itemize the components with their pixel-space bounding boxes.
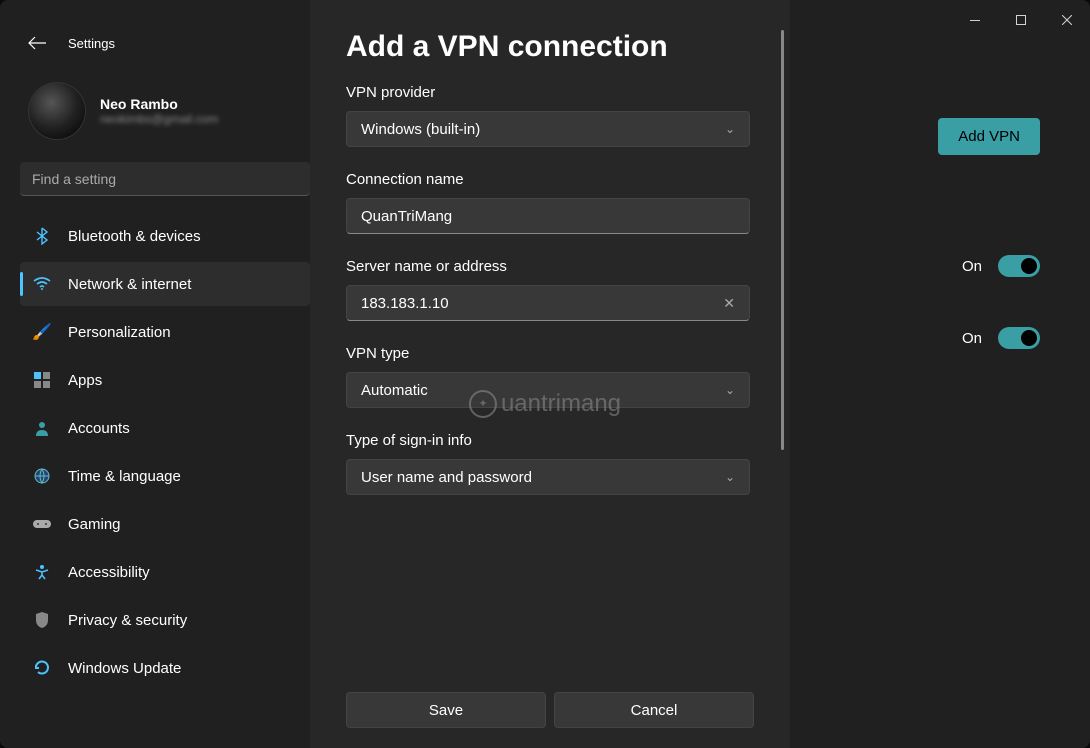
server-label: Server name or address: [346, 258, 750, 275]
save-button[interactable]: Save: [346, 692, 546, 728]
connection-name-input[interactable]: QuanTriMang: [346, 198, 750, 234]
nav-accounts[interactable]: Accounts: [20, 406, 310, 450]
nav-label: Time & language: [68, 468, 181, 485]
update-icon: [32, 658, 52, 678]
chevron-down-icon: ⌄: [725, 122, 735, 136]
server-input[interactable]: 183.183.1.10 ✕: [346, 285, 750, 321]
toggle-switch[interactable]: [998, 255, 1040, 277]
nav-bluetooth[interactable]: Bluetooth & devices: [20, 214, 310, 258]
chevron-down-icon: ⌄: [725, 383, 735, 397]
cancel-button[interactable]: Cancel: [554, 692, 754, 728]
user-name: Neo Rambo: [100, 96, 218, 112]
nav-label: Gaming: [68, 516, 121, 533]
nav-windows-update[interactable]: Windows Update: [20, 646, 310, 690]
add-vpn-dialog: Add a VPN connection VPN provider Window…: [310, 0, 790, 748]
nav-label: Windows Update: [68, 660, 181, 677]
wifi-icon: [32, 274, 52, 294]
toggle-switch[interactable]: [998, 327, 1040, 349]
provider-label: VPN provider: [346, 84, 750, 101]
user-email: neokimbs@gmail.com: [100, 112, 218, 126]
nav-gaming[interactable]: Gaming: [20, 502, 310, 546]
accessibility-icon: [32, 562, 52, 582]
nav-personalization[interactable]: 🖌️ Personalization: [20, 310, 310, 354]
sidebar: Settings Neo Rambo neokimbs@gmail.com Bl…: [20, 40, 310, 748]
scrollbar[interactable]: [781, 30, 784, 450]
nav-time-language[interactable]: Time & language: [20, 454, 310, 498]
nav-label: Privacy & security: [68, 612, 187, 629]
nav-label: Apps: [68, 372, 102, 389]
nav-label: Accessibility: [68, 564, 150, 581]
signin-label: Type of sign-in info: [346, 432, 750, 449]
vpn-type-select[interactable]: Automatic ⌄: [346, 372, 750, 408]
nav-privacy[interactable]: Privacy & security: [20, 598, 310, 642]
add-vpn-button[interactable]: Add VPN: [938, 118, 1040, 155]
search-input[interactable]: [20, 162, 310, 196]
nav-apps[interactable]: Apps: [20, 358, 310, 402]
bluetooth-icon: [32, 226, 52, 246]
nav-label: Personalization: [68, 324, 171, 341]
provider-select[interactable]: Windows (built-in) ⌄: [346, 111, 750, 147]
chevron-down-icon: ⌄: [725, 470, 735, 484]
gaming-icon: [32, 514, 52, 534]
dialog-title: Add a VPN connection: [346, 30, 754, 64]
nav-label: Network & internet: [68, 276, 191, 293]
account-icon: [32, 418, 52, 438]
toggle-label: On: [962, 258, 982, 275]
nav-network[interactable]: Network & internet: [20, 262, 310, 306]
app-title: Settings: [68, 36, 115, 51]
clear-icon[interactable]: ✕: [723, 295, 735, 312]
minimize-button[interactable]: [952, 4, 998, 36]
maximize-button[interactable]: [998, 4, 1044, 36]
vpn-type-label: VPN type: [346, 345, 750, 362]
connection-name-label: Connection name: [346, 171, 750, 188]
signin-select[interactable]: User name and password ⌄: [346, 459, 750, 495]
profile[interactable]: Neo Rambo neokimbs@gmail.com: [20, 64, 310, 162]
shield-icon: [32, 610, 52, 630]
close-button[interactable]: [1044, 4, 1090, 36]
avatar: [28, 82, 86, 140]
toggle-label: On: [962, 330, 982, 347]
brush-icon: 🖌️: [32, 322, 52, 342]
nav-label: Bluetooth & devices: [68, 228, 201, 245]
apps-icon: [32, 370, 52, 390]
nav-accessibility[interactable]: Accessibility: [20, 550, 310, 594]
globe-icon: [32, 466, 52, 486]
nav-list: Bluetooth & devices Network & internet 🖌…: [20, 214, 310, 690]
nav-label: Accounts: [68, 420, 130, 437]
back-button[interactable]: [26, 32, 48, 54]
